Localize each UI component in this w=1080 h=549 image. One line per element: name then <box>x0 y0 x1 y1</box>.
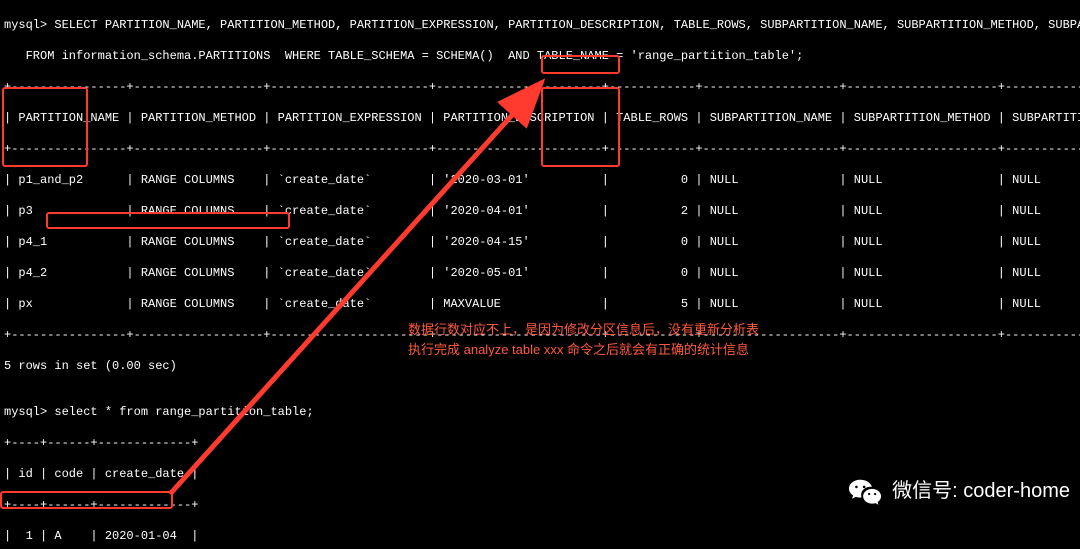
table-row: | px | RANGE COLUMNS | `create_date` | M… <box>4 297 1076 313</box>
sql-query-select: mysql> select * from range_partition_tab… <box>4 405 1076 421</box>
table-row: | p3 | RANGE COLUMNS | `create_date` | '… <box>4 204 1076 220</box>
sql-query-line1: mysql> SELECT PARTITION_NAME, PARTITION_… <box>4 18 1076 34</box>
table-row: | p4_2 | RANGE COLUMNS | `create_date` |… <box>4 266 1076 282</box>
data-sep: +----+------+-------------+ <box>4 436 1076 452</box>
table-sep: +----------------+------------------+---… <box>4 142 1076 158</box>
table-row: | p4_1 | RANGE COLUMNS | `create_date` |… <box>4 235 1076 251</box>
table-sep: +----------------+------------------+---… <box>4 80 1076 96</box>
table-header: | PARTITION_NAME | PARTITION_METHOD | PA… <box>4 111 1076 127</box>
data-row: | 1 | A | 2020-01-04 | <box>4 529 1076 545</box>
data-sep: +----+------+-------------+ <box>4 498 1076 514</box>
sql-query-line2: FROM information_schema.PARTITIONS WHERE… <box>4 49 1076 65</box>
result-footer: 5 rows in set (0.00 sec) <box>4 359 1076 375</box>
table-sep: +----------------+------------------+---… <box>4 328 1076 344</box>
data-header: | id | code | create_date | <box>4 467 1076 483</box>
table-row: | p1_and_p2 | RANGE COLUMNS | `create_da… <box>4 173 1076 189</box>
terminal-output[interactable]: mysql> SELECT PARTITION_NAME, PARTITION_… <box>0 0 1080 549</box>
